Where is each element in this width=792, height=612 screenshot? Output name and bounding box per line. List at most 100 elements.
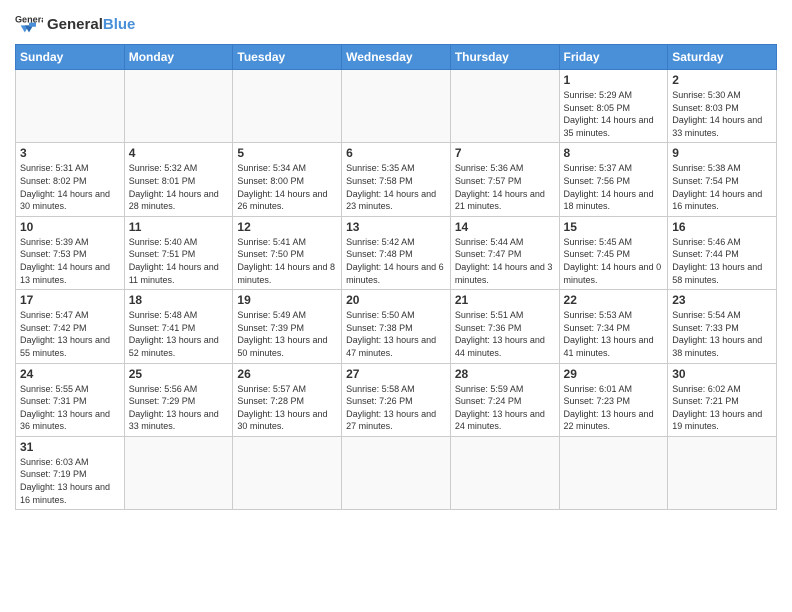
calendar-cell [16,70,125,143]
calendar-cell: 19 Sunrise: 5:49 AM Sunset: 7:39 PM Dayli… [233,290,342,363]
day-number: 27 [346,367,446,381]
day-info: Sunrise: 5:44 AM Sunset: 7:47 PM Dayligh… [455,236,555,286]
calendar-cell: 1Sunrise: 5:29 AM Sunset: 8:05 PM Daylig… [559,70,668,143]
day-number: 12 [237,220,337,234]
calendar-cell [124,436,233,509]
calendar-cell: 14Sunrise: 5:44 AM Sunset: 7:47 PM Dayli… [450,216,559,289]
calendar-cell: 3 Sunrise: 5:31 AM Sunset: 8:02 PM Daylig… [16,143,125,216]
day-number: 26 [237,367,337,381]
day-number: 30 [672,367,772,381]
calendar-cell [342,70,451,143]
calendar-cell: 15Sunrise: 5:45 AM Sunset: 7:45 PM Dayli… [559,216,668,289]
calendar-day-header: Saturday [668,45,777,70]
day-info: Sunrise: 5:31 AM Sunset: 8:02 PM Dayligh… [20,162,120,212]
day-info: Sunrise: 5:50 AM Sunset: 7:38 PM Dayligh… [346,309,446,359]
day-info: Sunrise: 5:35 AM Sunset: 7:58 PM Dayligh… [346,162,446,212]
calendar-cell: 28 Sunrise: 5:59 AM Sunset: 7:24 PM Dayli… [450,363,559,436]
day-number: 25 [129,367,229,381]
calendar-cell: 29 Sunrise: 6:01 AM Sunset: 7:23 PM Dayli… [559,363,668,436]
day-number: 13 [346,220,446,234]
day-info: Sunrise: 5:36 AM Sunset: 7:57 PM Dayligh… [455,162,555,212]
calendar-week-row: 31 Sunrise: 6:03 AM Sunset: 7:19 PM Dayli… [16,436,777,509]
day-number: 22 [564,293,664,307]
calendar-cell: 2 Sunrise: 5:30 AM Sunset: 8:03 PM Daylig… [668,70,777,143]
day-number: 19 [237,293,337,307]
day-number: 28 [455,367,555,381]
calendar-cell [450,436,559,509]
calendar-cell [233,436,342,509]
day-info: Sunrise: 5:59 AM Sunset: 7:24 PM Dayligh… [455,383,555,433]
generalblue-logo-icon: General [15,10,43,38]
day-info: Sunrise: 5:45 AM Sunset: 7:45 PM Dayligh… [564,236,664,286]
day-info: Sunrise: 6:01 AM Sunset: 7:23 PM Dayligh… [564,383,664,433]
day-info: Sunrise: 5:48 AM Sunset: 7:41 PM Dayligh… [129,309,229,359]
calendar-cell: 10Sunrise: 5:39 AM Sunset: 7:53 PM Dayli… [16,216,125,289]
day-info: Sunrise: 5:49 AM Sunset: 7:39 PM Dayligh… [237,309,337,359]
day-info: Sunrise: 5:39 AM Sunset: 7:53 PM Dayligh… [20,236,120,286]
calendar-cell: 8 Sunrise: 5:37 AM Sunset: 7:56 PM Daylig… [559,143,668,216]
day-number: 6 [346,146,446,160]
day-info: Sunrise: 5:32 AM Sunset: 8:01 PM Dayligh… [129,162,229,212]
calendar-header-row: SundayMondayTuesdayWednesdayThursdayFrid… [16,45,777,70]
day-number: 24 [20,367,120,381]
calendar-day-header: Friday [559,45,668,70]
calendar-cell: 23Sunrise: 5:54 AM Sunset: 7:33 PM Dayli… [668,290,777,363]
day-number: 21 [455,293,555,307]
day-number: 31 [20,440,120,454]
calendar-cell: 27Sunrise: 5:58 AM Sunset: 7:26 PM Dayli… [342,363,451,436]
calendar-week-row: 3 Sunrise: 5:31 AM Sunset: 8:02 PM Daylig… [16,143,777,216]
calendar-day-header: Thursday [450,45,559,70]
calendar-day-header: Wednesday [342,45,451,70]
calendar-cell: 17Sunrise: 5:47 AM Sunset: 7:42 PM Dayli… [16,290,125,363]
calendar-day-header: Sunday [16,45,125,70]
day-number: 20 [346,293,446,307]
calendar-week-row: 17Sunrise: 5:47 AM Sunset: 7:42 PM Dayli… [16,290,777,363]
day-number: 5 [237,146,337,160]
day-number: 2 [672,73,772,87]
day-number: 11 [129,220,229,234]
calendar-cell: 13 Sunrise: 5:42 AM Sunset: 7:48 PM Dayli… [342,216,451,289]
day-info: Sunrise: 5:57 AM Sunset: 7:28 PM Dayligh… [237,383,337,433]
day-number: 17 [20,293,120,307]
day-number: 16 [672,220,772,234]
day-info: Sunrise: 5:42 AM Sunset: 7:48 PM Dayligh… [346,236,446,286]
day-info: Sunrise: 5:37 AM Sunset: 7:56 PM Dayligh… [564,162,664,212]
calendar-cell: 5Sunrise: 5:34 AM Sunset: 8:00 PM Daylig… [233,143,342,216]
day-info: Sunrise: 5:55 AM Sunset: 7:31 PM Dayligh… [20,383,120,433]
day-number: 4 [129,146,229,160]
calendar-cell: 6 Sunrise: 5:35 AM Sunset: 7:58 PM Daylig… [342,143,451,216]
calendar-cell: 12 Sunrise: 5:41 AM Sunset: 7:50 PM Dayli… [233,216,342,289]
calendar-cell: 20 Sunrise: 5:50 AM Sunset: 7:38 PM Dayli… [342,290,451,363]
calendar-cell: 30 Sunrise: 6:02 AM Sunset: 7:21 PM Dayli… [668,363,777,436]
svg-text:General: General [15,15,43,25]
day-info: Sunrise: 5:53 AM Sunset: 7:34 PM Dayligh… [564,309,664,359]
calendar-week-row: 1Sunrise: 5:29 AM Sunset: 8:05 PM Daylig… [16,70,777,143]
day-info: Sunrise: 5:41 AM Sunset: 7:50 PM Dayligh… [237,236,337,286]
calendar-cell [450,70,559,143]
logo-text: GeneralBlue [47,17,135,32]
day-info: Sunrise: 5:29 AM Sunset: 8:05 PM Dayligh… [564,89,664,139]
calendar-cell: 18Sunrise: 5:48 AM Sunset: 7:41 PM Dayli… [124,290,233,363]
calendar-day-header: Tuesday [233,45,342,70]
day-info: Sunrise: 5:30 AM Sunset: 8:03 PM Dayligh… [672,89,772,139]
calendar-day-header: Monday [124,45,233,70]
day-info: Sunrise: 5:54 AM Sunset: 7:33 PM Dayligh… [672,309,772,359]
day-number: 8 [564,146,664,160]
day-number: 29 [564,367,664,381]
calendar-cell [668,436,777,509]
day-number: 9 [672,146,772,160]
calendar-cell: 9 Sunrise: 5:38 AM Sunset: 7:54 PM Daylig… [668,143,777,216]
day-number: 7 [455,146,555,160]
day-number: 3 [20,146,120,160]
calendar-table: SundayMondayTuesdayWednesdayThursdayFrid… [15,44,777,510]
day-info: Sunrise: 5:51 AM Sunset: 7:36 PM Dayligh… [455,309,555,359]
day-info: Sunrise: 5:38 AM Sunset: 7:54 PM Dayligh… [672,162,772,212]
day-info: Sunrise: 5:56 AM Sunset: 7:29 PM Dayligh… [129,383,229,433]
calendar-cell: 24 Sunrise: 5:55 AM Sunset: 7:31 PM Dayli… [16,363,125,436]
calendar-cell: 31 Sunrise: 6:03 AM Sunset: 7:19 PM Dayli… [16,436,125,509]
day-info: Sunrise: 6:03 AM Sunset: 7:19 PM Dayligh… [20,456,120,506]
calendar-week-row: 10Sunrise: 5:39 AM Sunset: 7:53 PM Dayli… [16,216,777,289]
day-info: Sunrise: 6:02 AM Sunset: 7:21 PM Dayligh… [672,383,772,433]
page-header: General GeneralBlue [15,10,777,38]
calendar-cell [342,436,451,509]
